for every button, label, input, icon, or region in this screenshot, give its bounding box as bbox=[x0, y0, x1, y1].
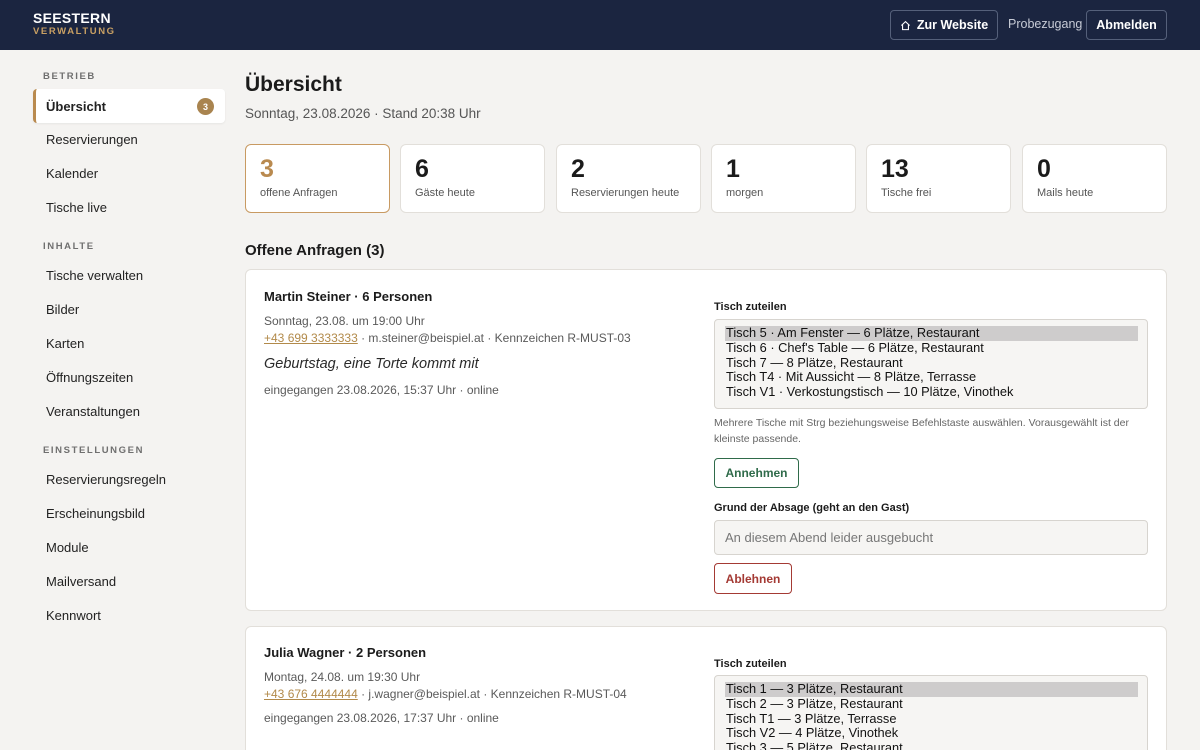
sidebar-item-uebersicht[interactable]: Übersicht 3 bbox=[33, 89, 225, 123]
sidebar-item-veranstaltungen[interactable]: Veranstaltungen bbox=[33, 394, 225, 428]
sidebar-item-label: Erscheinungsbild bbox=[46, 505, 146, 521]
website-button[interactable]: Zur Website bbox=[890, 10, 998, 40]
stat-label: offene Anfragen bbox=[260, 187, 338, 199]
stat-value: 2 bbox=[571, 155, 585, 183]
request-card: Julia Wagner · 2 Personen Montag, 24.08.… bbox=[245, 626, 1167, 750]
reject-button[interactable]: Ablehnen bbox=[714, 563, 792, 594]
nav-section-inhalte: INHALTE bbox=[43, 241, 95, 252]
sidebar-item-label: Reservierungsregeln bbox=[46, 471, 166, 487]
request-card: Martin Steiner · 6 Personen Sonntag, 23.… bbox=[245, 269, 1167, 611]
website-button-label: Zur Website bbox=[916, 18, 989, 32]
stat-label: Reservierungen heute bbox=[571, 187, 680, 199]
table-select-hint: Mehrere Tische mit Strg beziehungsweise … bbox=[714, 417, 1129, 445]
stat-guests-today: 6 Gäste heute bbox=[400, 144, 545, 213]
contact-details: · j.wagner@beispiel.at · Kennzeichen R-M… bbox=[357, 687, 627, 701]
table-option[interactable]: Tisch T1 — 3 Plätze, Terrasse bbox=[725, 711, 1138, 727]
nav-section-einstellungen: EINSTELLUNGEN bbox=[43, 445, 145, 456]
brand-name: SEESTERN bbox=[33, 10, 111, 26]
sidebar-item-label: Übersicht bbox=[46, 98, 106, 114]
table-select[interactable]: Tisch 1 — 3 Plätze, Restaurant Tisch 2 —… bbox=[714, 675, 1148, 750]
page-title: Übersicht bbox=[245, 73, 342, 96]
nav-section-betrieb: BETRIEB bbox=[43, 71, 96, 82]
received-info: eingegangen 23.08.2026, 15:37 Uhr · onli… bbox=[264, 383, 499, 397]
stat-value: 6 bbox=[415, 155, 429, 183]
stat-tomorrow: 1 morgen bbox=[711, 144, 856, 213]
guest-name: Julia Wagner · 2 Personen bbox=[264, 645, 427, 660]
stat-reservations-today: 2 Reservierungen heute bbox=[556, 144, 701, 213]
sidebar-item-kalender[interactable]: Kalender bbox=[33, 156, 225, 190]
sidebar-item-label: Kennwort bbox=[46, 607, 101, 623]
sidebar-item-label: Veranstaltungen bbox=[46, 403, 140, 419]
stat-label: Gäste heute bbox=[415, 187, 475, 199]
sidebar-item-bilder[interactable]: Bilder bbox=[33, 292, 225, 326]
guest-name: Martin Steiner · 6 Personen bbox=[264, 289, 433, 304]
received-info: eingegangen 23.08.2026, 17:37 Uhr · onli… bbox=[264, 711, 499, 725]
guest-note: Geburtstag, eine Torte kommt mit bbox=[264, 356, 479, 372]
phone-link[interactable]: +43 699 3333333 bbox=[264, 331, 358, 345]
sidebar-item-label: Reservierungen bbox=[46, 131, 138, 147]
table-option[interactable]: Tisch 7 — 8 Plätze, Restaurant bbox=[725, 355, 1138, 371]
count-badge: 3 bbox=[197, 98, 214, 115]
sidebar-item-label: Tische live bbox=[46, 199, 107, 215]
sidebar-item-mailversand[interactable]: Mailversand bbox=[33, 564, 225, 598]
table-option[interactable]: Tisch T4 · Mit Aussicht — 8 Plätze, Terr… bbox=[725, 370, 1138, 385]
top-bar: SEESTERN VERWALTUNG Zur Website Probezug… bbox=[0, 0, 1200, 50]
accept-button[interactable]: Annehmen bbox=[714, 458, 799, 488]
stat-open-requests[interactable]: 3 offene Anfragen bbox=[245, 144, 390, 213]
table-option[interactable]: Tisch 6 · Chef's Table — 6 Plätze, Resta… bbox=[725, 340, 1138, 356]
stat-label: morgen bbox=[726, 187, 764, 199]
logout-button[interactable]: Abmelden bbox=[1086, 10, 1167, 40]
table-option[interactable]: Tisch 5 · Am Fenster — 6 Plätze, Restaur… bbox=[725, 325, 1138, 341]
home-icon bbox=[900, 20, 910, 30]
sidebar-item-tische-verwalten[interactable]: Tische verwalten bbox=[33, 258, 225, 292]
sidebar-item-label: Karten bbox=[46, 335, 85, 351]
request-datetime: Montag, 24.08. um 19:30 Uhr bbox=[264, 670, 421, 684]
sidebar-item-label: Module bbox=[46, 539, 89, 555]
stat-value: 3 bbox=[260, 155, 274, 183]
contact-line: +43 676 4444444 · j.wagner@beispiel.at ·… bbox=[264, 687, 627, 701]
sidebar-item-oeffnungszeiten[interactable]: Öffnungszeiten bbox=[33, 360, 225, 394]
contact-details: · m.steiner@beispiel.at · Kennzeichen R-… bbox=[357, 331, 631, 345]
request-datetime: Sonntag, 23.08. um 19:00 Uhr bbox=[264, 314, 425, 328]
sidebar-item-reservierungsregeln[interactable]: Reservierungsregeln bbox=[33, 462, 225, 496]
open-requests-heading: Offene Anfragen (3) bbox=[245, 242, 385, 259]
table-option[interactable]: Tisch 1 — 3 Plätze, Restaurant bbox=[725, 681, 1138, 697]
stat-free-tables: 13 Tische frei bbox=[866, 144, 1011, 213]
stat-label: Mails heute bbox=[1037, 187, 1094, 199]
stat-value: 0 bbox=[1037, 155, 1051, 183]
sidebar-item-karten[interactable]: Karten bbox=[33, 326, 225, 360]
table-option[interactable]: Tisch 2 — 3 Plätze, Restaurant bbox=[725, 696, 1138, 712]
sidebar-item-label: Kalender bbox=[46, 165, 99, 181]
table-option[interactable]: Tisch V1 · Verkostungstisch — 10 Plätze,… bbox=[725, 384, 1138, 400]
stat-value: 13 bbox=[881, 155, 909, 183]
table-option[interactable]: Tisch 3 — 5 Plätze, Restaurant bbox=[725, 740, 1138, 750]
brand-logo[interactable]: SEESTERN VERWALTUNG bbox=[33, 10, 116, 38]
sidebar-item-reservierungen[interactable]: Reservierungen bbox=[33, 122, 225, 156]
table-select[interactable]: Tisch 5 · Am Fenster — 6 Plätze, Restaur… bbox=[714, 319, 1148, 409]
stat-label: Tische frei bbox=[881, 187, 932, 199]
sidebar-item-erscheinungsbild[interactable]: Erscheinungsbild bbox=[33, 496, 225, 530]
trial-label: Probezugang bbox=[1008, 17, 1083, 31]
sidebar-item-kennwort[interactable]: Kennwort bbox=[33, 598, 225, 632]
stat-value: 1 bbox=[726, 155, 740, 183]
table-option[interactable]: Tisch V2 — 4 Plätze, Vinothek bbox=[725, 726, 1138, 741]
sidebar-item-module[interactable]: Module bbox=[33, 530, 225, 564]
sidebar-item-label: Öffnungszeiten bbox=[46, 369, 134, 385]
stat-mails-today: 0 Mails heute bbox=[1022, 144, 1167, 213]
sidebar-item-tische-live[interactable]: Tische live bbox=[33, 190, 225, 224]
assign-table-label: Tisch zuteilen bbox=[714, 301, 787, 313]
assign-table-label: Tisch zuteilen bbox=[714, 658, 787, 670]
phone-link[interactable]: +43 676 4444444 bbox=[264, 687, 358, 701]
reject-reason-label: Grund der Absage (geht an den Gast) bbox=[714, 502, 910, 514]
sidebar-item-label: Tische verwalten bbox=[46, 267, 144, 283]
reject-reason-input[interactable]: An diesem Abend leider ausgebucht bbox=[714, 520, 1148, 555]
sidebar-item-label: Mailversand bbox=[46, 573, 117, 589]
page-subtitle: Sonntag, 23.08.2026 · Stand 20:38 Uhr bbox=[245, 106, 481, 121]
brand-subtitle: VERWALTUNG bbox=[33, 26, 116, 37]
sidebar-item-label: Bilder bbox=[46, 301, 80, 317]
contact-line: +43 699 3333333 · m.steiner@beispiel.at … bbox=[264, 331, 631, 345]
